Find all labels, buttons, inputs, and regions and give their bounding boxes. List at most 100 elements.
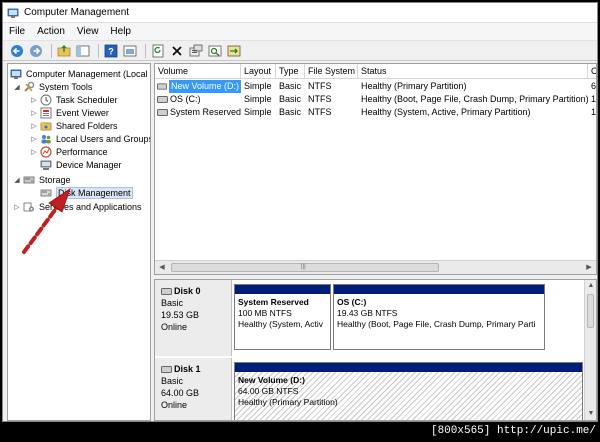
column-header-capacity[interactable]: C [588, 64, 596, 79]
tree-item-local-users-groups[interactable]: ▷ Local Users and Groups [30, 132, 151, 145]
volume-name: New Volume (D:) [168, 80, 241, 93]
partition-new-volume-d[interactable]: New Volume (D:) 64.00 GB NTFS Healthy (P… [234, 362, 583, 420]
disk-type: Basic [161, 298, 184, 308]
back-icon[interactable] [9, 43, 25, 59]
collapsed-icon[interactable]: ▷ [30, 148, 38, 156]
partition-size: 64.00 GB NTFS [238, 386, 299, 396]
rescan-disks-icon[interactable] [207, 43, 223, 59]
scroll-up-icon[interactable]: ▲ [585, 280, 596, 292]
volume-row[interactable]: New Volume (D:) Simple Basic NTFS Health… [155, 80, 596, 93]
disk-info[interactable]: Disk 1 Basic 64.00 GB Online [155, 358, 232, 420]
scroll-left-icon[interactable]: ◀ [155, 261, 169, 274]
scroll-thumb[interactable] [587, 294, 594, 328]
services-icon [23, 202, 34, 211]
collapsed-icon[interactable]: ▷ [13, 203, 21, 211]
expanded-icon[interactable]: ◢ [13, 83, 21, 91]
title-bar: Computer Management [3, 3, 597, 23]
partition-size: 19.43 GB NTFS [337, 308, 398, 318]
tree-label: Local Users and Groups [56, 133, 151, 144]
disk-name-label: Disk 0 [174, 286, 201, 296]
partition-system-reserved[interactable]: System Reserved 100 MB NTFS Healthy (Sys… [234, 284, 331, 350]
menu-file[interactable]: File [9, 26, 25, 37]
performance-icon [40, 145, 52, 158]
menu-action[interactable]: Action [37, 26, 65, 37]
disk-management-icon [40, 189, 52, 196]
column-header-layout[interactable]: Layout [241, 64, 276, 79]
disk-type: Basic [161, 376, 184, 386]
scroll-grip-icon: ||| [301, 264, 306, 270]
event-viewer-icon [40, 107, 52, 118]
window-title: Computer Management [24, 7, 130, 18]
volume-row[interactable]: System Reserved Simple Basic NTFS Health… [155, 106, 596, 119]
collapsed-icon[interactable]: ▷ [30, 96, 38, 104]
column-header-status[interactable]: Status [358, 64, 588, 79]
column-header-file-system[interactable]: File System [305, 64, 358, 79]
tree-item-device-manager[interactable]: Device Manager [40, 158, 122, 171]
delete-icon[interactable] [169, 43, 185, 59]
expanded-icon[interactable]: ◢ [13, 176, 21, 184]
tree-item-computer-management[interactable]: Computer Management (Local [10, 67, 148, 80]
tree-label: Computer Management (Local [26, 68, 148, 79]
tree-item-performance[interactable]: ▷ Performance [30, 145, 108, 158]
properties-icon[interactable] [188, 43, 204, 59]
type-cell: Basic [279, 94, 302, 104]
svg-text:?: ? [108, 46, 114, 56]
volume-icon [157, 96, 168, 103]
toolbar-separator [51, 43, 52, 58]
tree-item-system-tools[interactable]: ◢ System Tools [13, 80, 92, 93]
vertical-scrollbar[interactable]: ▲ ▼ [584, 280, 596, 420]
watermark-text: [800x565] http://upic.me/ [430, 425, 596, 437]
tree-label: Shared Folders [56, 120, 118, 131]
type-cell: Basic [279, 107, 302, 117]
disk-state: Online [161, 322, 188, 332]
clock-icon [40, 94, 52, 105]
layout-cell: Simple [244, 107, 272, 117]
show-hide-tree-icon[interactable] [75, 43, 91, 59]
tree-item-event-viewer[interactable]: ▷ Event Viewer [30, 106, 109, 119]
export-icon[interactable] [226, 43, 242, 59]
collapsed-icon[interactable]: ▷ [30, 122, 38, 130]
menu-view[interactable]: View [77, 26, 99, 37]
disk-graphical-view: Disk 0 Basic 19.53 GB Online System Rese… [154, 279, 597, 421]
capacity-cell: 1 [591, 94, 597, 104]
partition-bar [235, 285, 330, 294]
partition-bar [334, 285, 544, 294]
disk-info[interactable]: Disk 0 Basic 19.53 GB Online [155, 280, 232, 356]
volume-cell: New Volume (D:) [155, 80, 241, 93]
column-header-volume[interactable]: Volume [155, 64, 241, 79]
disk-row: Disk 0 Basic 19.53 GB Online System Rese… [155, 280, 585, 356]
status-cell: Healthy (Boot, Page File, Crash Dump, Pr… [361, 94, 588, 104]
tree-item-disk-management[interactable]: Disk Management [40, 186, 133, 199]
filesystem-cell: NTFS [308, 107, 332, 117]
help-icon[interactable]: ? [103, 43, 119, 59]
partition-body: New Volume (D:) 64.00 GB NTFS Healthy (P… [235, 372, 582, 420]
tree-item-shared-folders[interactable]: ▷ Shared Folders [30, 119, 118, 132]
partition-os-c[interactable]: OS (C:) 19.43 GB NTFS Healthy (Boot, Pag… [333, 284, 545, 350]
tree-item-storage[interactable]: ◢ Storage [13, 173, 71, 186]
filesystem-cell: NTFS [308, 94, 332, 104]
collapsed-icon[interactable]: ▷ [30, 109, 38, 117]
partition-status: Healthy (Boot, Page File, Crash Dump, Pr… [337, 319, 536, 329]
volume-name: System Reserved [169, 107, 241, 117]
volume-icon [157, 83, 167, 90]
computer-management-icon [7, 8, 19, 18]
horizontal-scrollbar[interactable]: ◀ ||| ▶ [155, 260, 596, 274]
refresh-icon[interactable] [150, 43, 166, 59]
volume-icon [157, 109, 168, 116]
menu-help[interactable]: Help [110, 26, 131, 37]
scroll-down-icon[interactable]: ▼ [585, 408, 596, 420]
tree-item-task-scheduler[interactable]: ▷ Task Scheduler [30, 93, 118, 106]
users-icon [41, 134, 51, 143]
forward-icon[interactable] [28, 43, 44, 59]
console-view-icon[interactable] [122, 43, 138, 59]
column-header-type[interactable]: Type [276, 64, 305, 79]
scroll-right-icon[interactable]: ▶ [582, 261, 596, 274]
menu-bar: File Action View Help [3, 23, 597, 41]
collapsed-icon[interactable]: ▷ [30, 135, 38, 143]
tree-label: Storage [39, 174, 71, 185]
tree-item-services-applications[interactable]: ▷ Services and Applications [13, 200, 141, 213]
tree-label: Performance [56, 146, 108, 157]
volume-row[interactable]: OS (C:) Simple Basic NTFS Healthy (Boot,… [155, 93, 596, 106]
up-folder-icon[interactable] [56, 43, 72, 59]
disk-icon [161, 365, 172, 373]
